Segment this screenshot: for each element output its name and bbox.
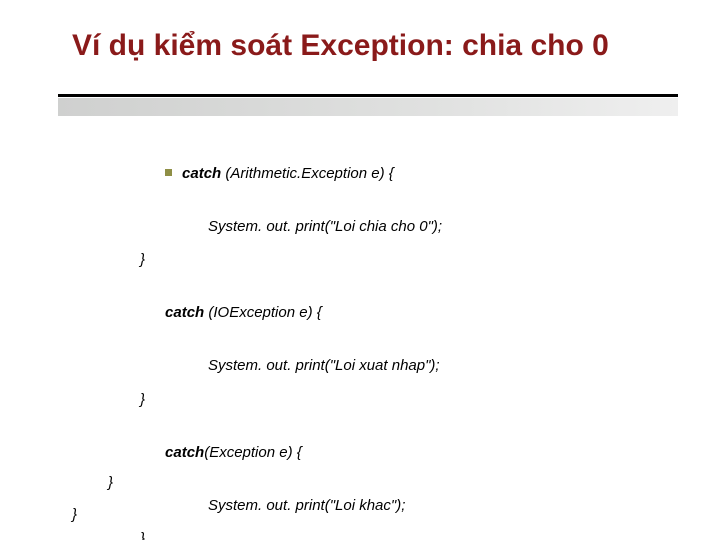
code-line-close2: } [140,390,685,410]
code-line-catch3: catch(Exception e) { [140,423,685,482]
bullet-icon [165,169,172,176]
title-underline [58,94,678,124]
code-line-print3: System. out. print("Loi khac"); [208,496,685,516]
code-line-catch2: catch (IOException e) { [140,284,685,343]
code-line-close3: } [140,529,685,540]
code-line-catch1: catch (Arithmetic.Exception e) { [140,144,685,203]
code-line-print2: System. out. print("Loi xuat nhap"); [208,356,685,376]
code-line-print1: System. out. print("Loi chia cho 0"); [208,217,685,237]
slide-title: Ví dụ kiểm soát Exception: chia cho 0 [72,28,680,64]
code-body: catch (Arithmetic.Exception e) { System.… [140,144,685,540]
code-line-outer-close1: } [108,474,113,491]
code-line-close1: } [140,250,685,270]
slide: Ví dụ kiểm soát Exception: chia cho 0 ca… [0,0,720,540]
code-line-outer-close0: } [72,506,77,523]
